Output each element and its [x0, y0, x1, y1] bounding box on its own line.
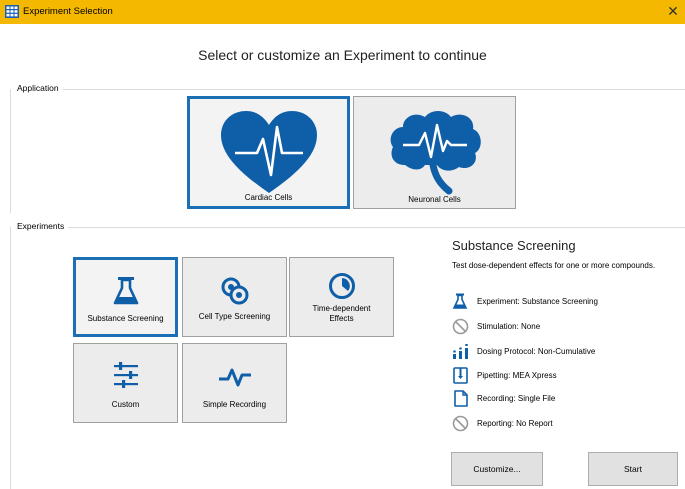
detail-row-text: Reporting: No Report: [477, 419, 553, 428]
experiments-group-border: [17, 227, 685, 228]
title-bar: Experiment Selection ✕: [0, 0, 685, 24]
experiment-tile-label: Custom: [111, 400, 140, 409]
heart-pulse-icon: [220, 111, 317, 193]
experiment-tile-custom[interactable]: Custom: [73, 343, 178, 423]
grid-app-icon: [5, 5, 19, 18]
detail-row-text: Experiment: Substance Screening: [477, 297, 598, 306]
start-button[interactable]: Start: [588, 452, 678, 486]
prohibited-icon: [452, 415, 469, 432]
pulse-icon: [218, 368, 251, 387]
sliders-icon: [113, 362, 138, 388]
experiments-group-left-border: [10, 227, 11, 489]
detail-row-text: Pipetting: MEA Xpress: [477, 371, 557, 380]
experiment-tile-time-dependent-effects[interactable]: Time-dependent Effects: [289, 257, 394, 337]
clock-icon: [328, 273, 355, 299]
application-card-label: Cardiac Cells: [244, 193, 293, 202]
experiment-tile-label: Cell Type Screening: [198, 312, 271, 321]
prohibited-icon: [452, 318, 469, 335]
close-icon: ✕: [667, 3, 679, 19]
application-card-cardiac-cells[interactable]: Cardiac Cells: [187, 96, 350, 209]
experiment-tile-label: Simple Recording: [202, 400, 267, 409]
experiment-tile-cell-type-screening[interactable]: Cell Type Screening: [182, 257, 287, 337]
flask-icon: [113, 277, 138, 305]
application-group-border: [17, 89, 685, 90]
customize-button[interactable]: Customize...: [451, 452, 543, 486]
close-button[interactable]: ✕: [664, 2, 682, 20]
flask-icon: [452, 293, 468, 309]
application-card-label: Neuronal Cells: [408, 195, 461, 204]
experiment-tile-substance-screening[interactable]: Substance Screening: [73, 257, 178, 337]
page-heading: Select or customize an Experiment to con…: [198, 47, 487, 63]
experiment-tile-label-line-1: Time-dependent: [312, 304, 371, 313]
cells-icon: [221, 277, 248, 305]
experiment-tile-label: Substance Screening: [87, 314, 164, 323]
experiments-group-label: Experiments: [17, 221, 69, 231]
file-icon: [454, 390, 468, 407]
experiment-tile-label-line-2: Effects: [329, 314, 354, 323]
application-card-neuronal-cells[interactable]: Neuronal Cells: [353, 96, 516, 209]
experiment-tile-simple-recording[interactable]: Simple Recording: [182, 343, 287, 423]
experiment-detail-description: Test dose-dependent effects for one or m…: [452, 261, 656, 270]
pipette-icon: [453, 367, 468, 384]
detail-row-text: Recording: Single File: [477, 394, 556, 403]
brain-pulse-icon: [390, 111, 481, 195]
detail-row-text: Dosing Protocol: Non-Cumulative: [477, 347, 596, 356]
window-title: Experiment Selection: [23, 6, 113, 17]
detail-row-text: Stimulation: None: [477, 322, 541, 331]
application-group-left-border: [10, 89, 11, 213]
application-group-label: Application: [17, 83, 63, 93]
dosing-bars-icon: [453, 344, 468, 359]
experiment-detail-title: Substance Screening: [452, 238, 576, 253]
